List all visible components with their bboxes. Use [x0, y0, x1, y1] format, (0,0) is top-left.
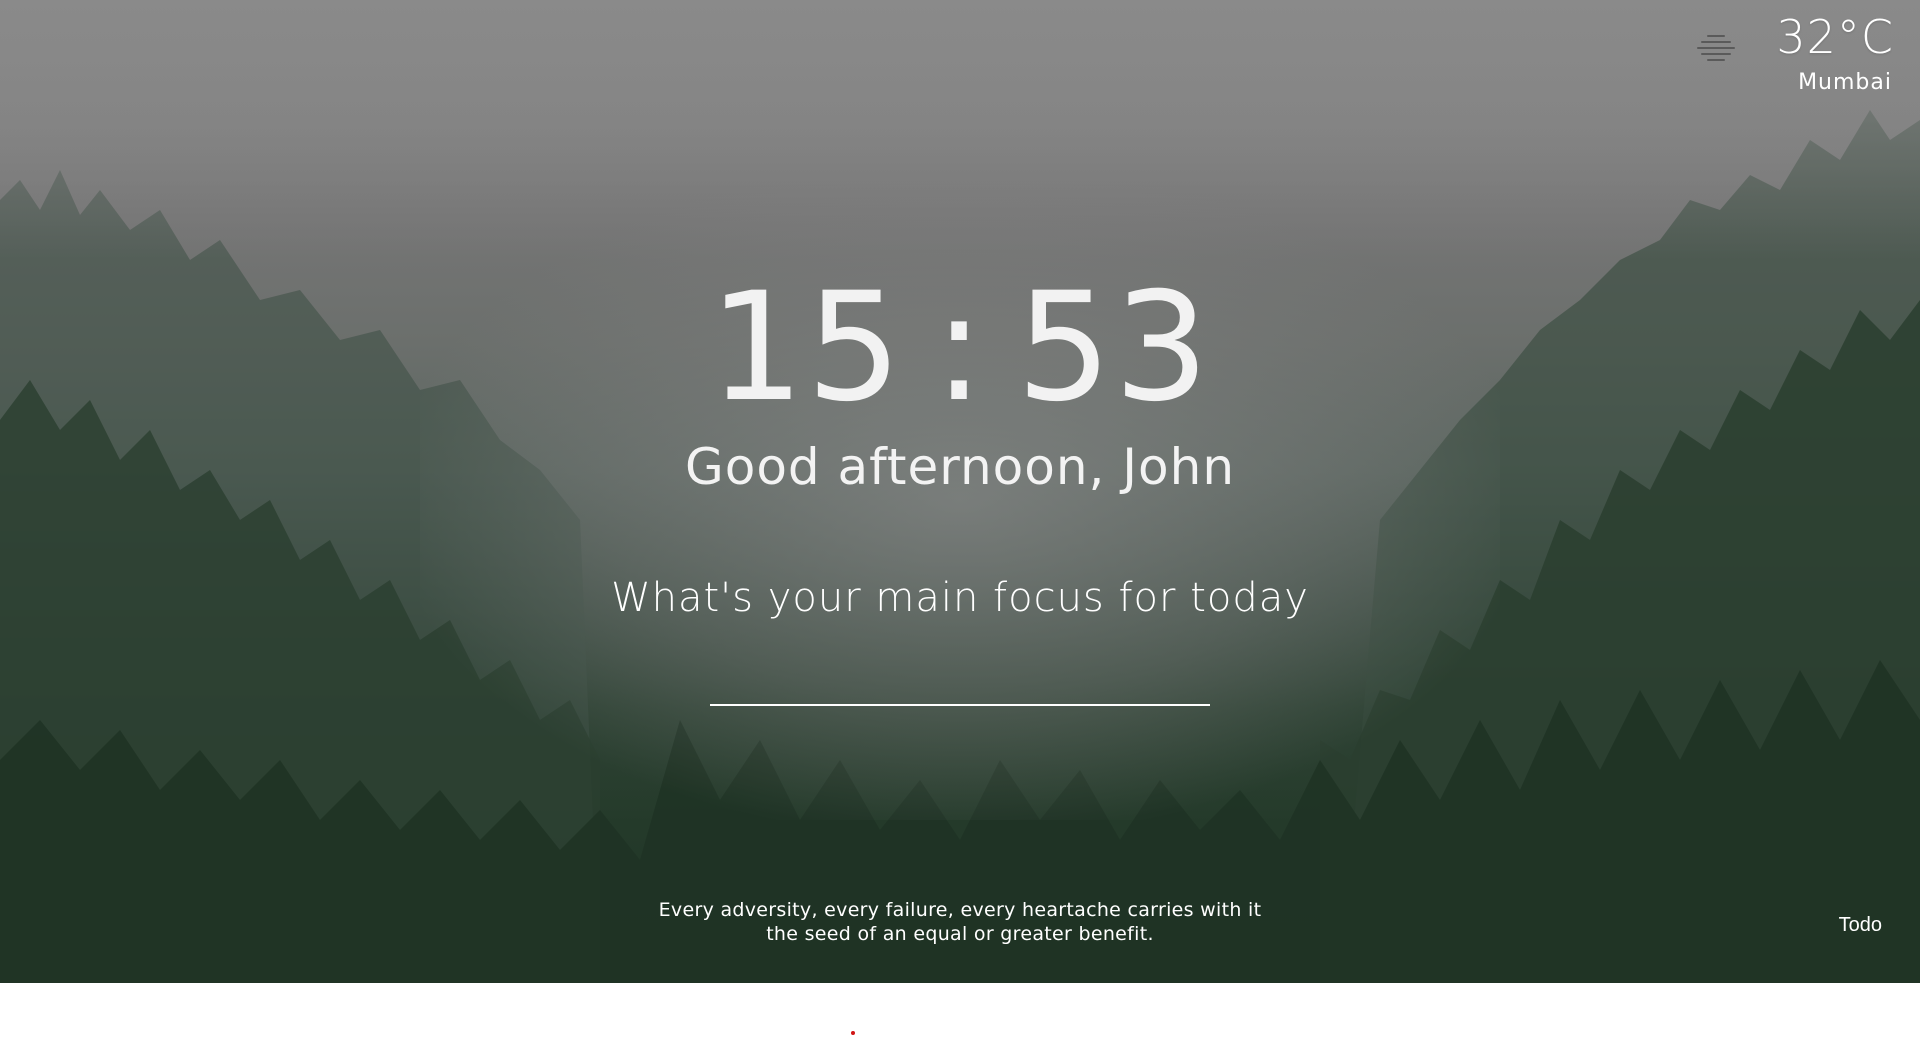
clock: 15:53 — [0, 258, 1920, 438]
weather-widget[interactable]: 32°C Mumbai — [1694, 8, 1894, 98]
red-dot-marker — [851, 1031, 855, 1035]
weather-temperature: 32°C — [1776, 10, 1894, 64]
app-viewport: 32°C Mumbai 15:53 Good afternoon, John W… — [0, 0, 1920, 1037]
greeting-text: Good afternoon, John — [684, 438, 1236, 496]
quote-text: Every adversity, every failure, every he… — [658, 899, 1262, 945]
weather-location: Mumbai — [1798, 70, 1892, 95]
clock-hours: 15 — [708, 261, 904, 435]
clock-minutes: 53 — [1016, 261, 1212, 435]
fog-icon — [1694, 30, 1738, 64]
clock-separator: : — [933, 261, 987, 435]
focus-prompt: What's your main focus for today — [611, 575, 1309, 621]
bottom-blank-strip — [0, 983, 1920, 1037]
focus-input[interactable] — [710, 664, 1210, 706]
todo-button[interactable]: Todo — [1839, 914, 1882, 937]
